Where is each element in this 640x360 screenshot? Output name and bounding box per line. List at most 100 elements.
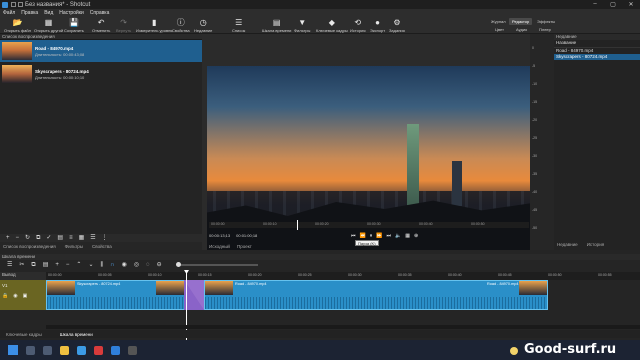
- viewer-playhead[interactable]: [297, 220, 298, 230]
- split-icon[interactable]: ⫼: [100, 262, 103, 269]
- word-icon[interactable]: [111, 345, 120, 355]
- skip-next-icon[interactable]: ⏭: [387, 233, 392, 239]
- timeline-menu-icon[interactable]: ☰: [7, 262, 12, 269]
- fast-forward-icon[interactable]: ⏩: [376, 233, 382, 239]
- weather-icon[interactable]: [510, 347, 518, 355]
- playlist-item[interactable]: Skyscrapers - 80724.mp4 Длительность: 00…: [0, 63, 202, 85]
- filters-button[interactable]: ▼ Фильтры: [294, 17, 310, 34]
- add-icon[interactable]: +: [6, 235, 10, 241]
- list-view-icon[interactable]: ☰: [90, 235, 95, 241]
- menu-icon[interactable]: ⋮: [102, 235, 108, 241]
- menu-help[interactable]: Справка: [90, 10, 110, 16]
- transition-clip[interactable]: [184, 280, 204, 310]
- volume-icon[interactable]: 🔈: [395, 233, 401, 239]
- tab-playlist[interactable]: Список воспроизведения: [3, 244, 56, 249]
- playlist-button[interactable]: ☰ Список: [232, 17, 245, 34]
- opera-icon[interactable]: [94, 345, 103, 355]
- minimize-button[interactable]: –: [586, 1, 604, 8]
- timeline-clip[interactable]: Road - 84970.mp4 Road - 84970.mp4: [204, 280, 548, 310]
- rewind-icon[interactable]: ⏪: [360, 233, 366, 239]
- cut-icon[interactable]: ✂: [19, 262, 24, 269]
- layout-editing[interactable]: Редактор: [509, 18, 533, 25]
- grid-icon[interactable]: ▦: [405, 233, 410, 239]
- scrub-icon[interactable]: ◉: [122, 262, 127, 269]
- playlist-item[interactable]: Road - 84970.mp4 Длительность: 00:00:43;…: [0, 40, 202, 62]
- ripple-all-icon[interactable]: ◌: [146, 262, 150, 269]
- zoom-icon[interactable]: ⊕: [414, 233, 418, 239]
- paste-icon[interactable]: ▤: [57, 235, 63, 241]
- close-button[interactable]: ✕: [622, 1, 640, 8]
- timeline-clip[interactable]: Skyscrapers - 80724.mp4: [46, 280, 185, 310]
- recent-item[interactable]: Skyscrapers - 80724.mp4: [554, 54, 640, 60]
- append-icon[interactable]: +: [55, 262, 59, 269]
- menu-file[interactable]: Файл: [3, 10, 15, 16]
- ripple-icon[interactable]: ◎: [134, 262, 139, 269]
- layout-logging[interactable]: Журнал: [488, 18, 509, 25]
- remove-icon[interactable]: −: [66, 262, 70, 269]
- snap-icon[interactable]: ∩: [110, 262, 114, 269]
- pause-icon[interactable]: ⏸: [370, 233, 373, 239]
- quick-undo-icon[interactable]: [18, 2, 23, 7]
- zoom-slider[interactable]: [176, 262, 258, 267]
- recent-button[interactable]: ◷ Недавние: [194, 17, 212, 34]
- quick-save-icon[interactable]: [11, 2, 16, 7]
- tab-filters[interactable]: Фильтры: [65, 244, 83, 249]
- tab-timeline[interactable]: Шкала времени: [60, 332, 93, 337]
- menu-edit[interactable]: Правка: [21, 10, 38, 16]
- export-button[interactable]: ● Экспорт: [370, 17, 385, 34]
- viewer-ruler[interactable]: 00:00:00 00:00:10 00:00:20 00:00:30 00:0…: [209, 222, 529, 228]
- windows-start-icon[interactable]: [8, 345, 18, 355]
- maximize-button[interactable]: ▢: [604, 1, 622, 8]
- timeline-scrollbar[interactable]: [46, 325, 640, 329]
- lock-icon[interactable]: 🔒: [2, 293, 8, 299]
- layout-color[interactable]: Цвет: [492, 26, 507, 33]
- tab-history[interactable]: История: [587, 242, 604, 250]
- save-button[interactable]: 💾 Сохранить: [64, 17, 84, 34]
- grid-view-icon[interactable]: ▦: [79, 235, 85, 241]
- zoom-out-icon[interactable]: ⊖: [157, 262, 162, 269]
- recent-column-header[interactable]: Название: [554, 40, 640, 48]
- copy-icon[interactable]: ⧉: [36, 235, 40, 241]
- paste-icon[interactable]: ▤: [43, 262, 49, 269]
- current-timecode[interactable]: 00:00:13;13: [209, 233, 230, 238]
- layout-player[interactable]: Плеер: [536, 26, 554, 33]
- history-button[interactable]: ⟲ История: [350, 17, 366, 34]
- composite-icon[interactable]: ▣: [23, 293, 28, 299]
- menu-settings[interactable]: Настройки: [59, 10, 84, 16]
- skip-previous-icon[interactable]: ⏮: [351, 233, 356, 239]
- zoom-slider-knob[interactable]: [176, 262, 181, 267]
- open-other-button[interactable]: ▦ Открыть другой: [34, 17, 63, 34]
- timeline-button[interactable]: ▤ Шкала времени: [262, 17, 291, 34]
- peak-meter-button[interactable]: ▮ Измеритель уровня: [136, 17, 172, 34]
- keyframes-button[interactable]: ◆ Ключевые кадры: [316, 17, 348, 34]
- open-file-button[interactable]: 📂 Открыть файл: [4, 17, 31, 34]
- copy-icon[interactable]: ⧉: [31, 262, 35, 269]
- undo-button[interactable]: ↶ Отменить: [92, 17, 110, 34]
- menu-view[interactable]: Вид: [44, 10, 53, 16]
- properties-button[interactable]: ⓘ Свойства: [172, 17, 190, 34]
- recent-panel: Недавние Название Road - 84970.mp4 Skysc…: [554, 34, 640, 250]
- track-header-v1[interactable]: V1 🔒 ◉ ▣: [0, 280, 46, 310]
- lift-icon[interactable]: ⌃: [76, 262, 81, 269]
- task-view-icon[interactable]: [43, 345, 52, 355]
- overwrite-icon[interactable]: ⌄: [88, 262, 93, 269]
- tab-recent[interactable]: Недавние: [557, 242, 578, 250]
- timeline-ruler[interactable]: 00:00:00 00:00:05 00:00:10 00:00:15 00:0…: [46, 272, 640, 280]
- hide-icon[interactable]: ◉: [13, 293, 17, 299]
- tab-properties[interactable]: Свойства: [92, 244, 112, 249]
- meter-tick: -50: [532, 226, 538, 230]
- browser-icon[interactable]: [77, 345, 86, 355]
- update-icon[interactable]: ↻: [25, 235, 30, 241]
- shotcut-taskbar-icon[interactable]: [128, 345, 137, 355]
- redo-button[interactable]: ↷ Вернуть: [116, 17, 131, 34]
- remove-icon[interactable]: −: [16, 235, 20, 241]
- search-icon[interactable]: [26, 345, 35, 355]
- check-icon[interactable]: ✓: [46, 235, 51, 241]
- detail-icon[interactable]: ≡: [69, 235, 73, 241]
- layout-effects[interactable]: Эффекты: [534, 18, 558, 25]
- file-explorer-icon[interactable]: [60, 345, 69, 355]
- history-icon: ⟲: [354, 18, 362, 27]
- jobs-button[interactable]: ⚙ Задания: [389, 17, 405, 34]
- layout-audio[interactable]: Аудио: [513, 26, 530, 33]
- tab-keyframes[interactable]: Ключевые кадры: [6, 332, 42, 337]
